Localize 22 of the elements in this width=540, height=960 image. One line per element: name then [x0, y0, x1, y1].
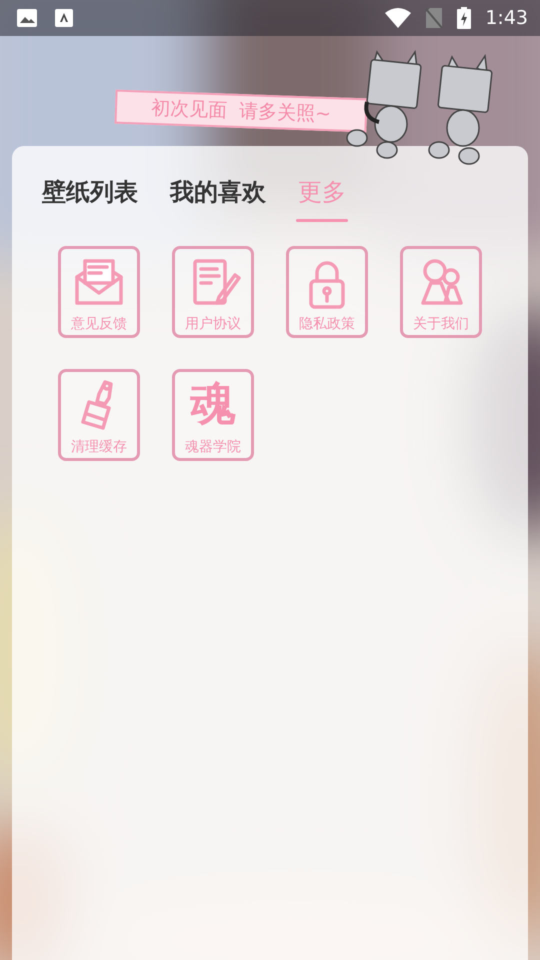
tab[interactable]: 更多	[296, 172, 348, 222]
image-icon	[16, 8, 38, 28]
menu-label: 清理缓存	[71, 438, 127, 456]
no-sim-icon	[425, 7, 444, 29]
menu-tile[interactable]: 用户协议	[172, 246, 254, 338]
glyph-icon: 魂	[190, 374, 236, 432]
menu-tile[interactable]: 意见反馈	[58, 246, 140, 338]
tab[interactable]: 壁纸列表	[40, 172, 140, 222]
menu-tile[interactable]: 清理缓存	[58, 369, 140, 461]
menu-tile[interactable]: 隐私政策	[286, 246, 368, 338]
wifi-icon	[385, 8, 412, 28]
tab[interactable]: 我的喜欢	[168, 172, 268, 222]
menu-tile[interactable]: 魂 魂器学院	[172, 369, 254, 461]
menu-label: 隐私政策	[299, 315, 355, 333]
battery-icon	[457, 7, 472, 29]
menu-tile[interactable]: 关于我们	[400, 246, 482, 338]
menu-label: 关于我们	[413, 315, 469, 333]
notification-icon	[54, 8, 74, 28]
menu-label: 用户协议	[185, 315, 241, 333]
menu-label: 意见反馈	[71, 315, 127, 333]
menu-label: 魂器学院	[185, 438, 241, 456]
clock: 1:43	[485, 7, 528, 29]
